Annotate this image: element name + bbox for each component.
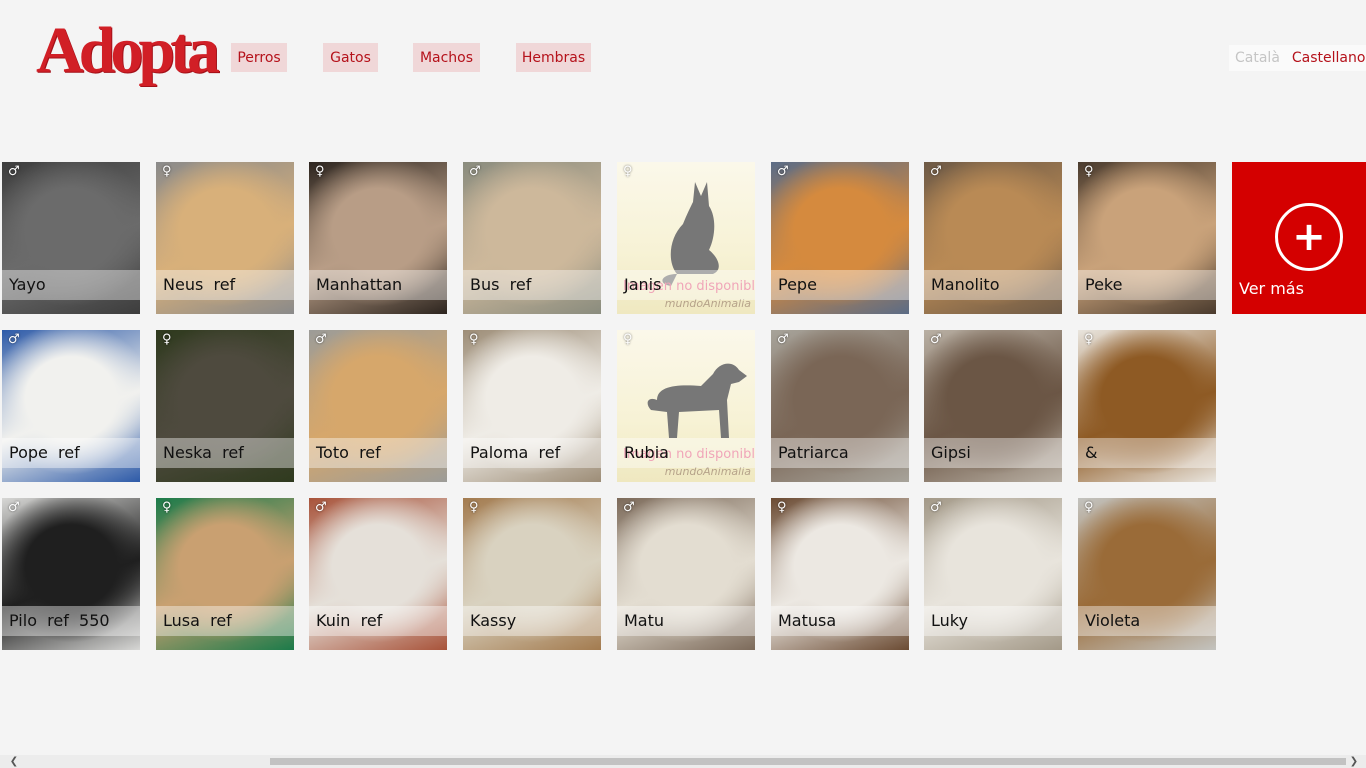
pet-name: Gipsi [924, 438, 1062, 468]
scrollbar-thumb[interactable] [270, 758, 1346, 765]
pet-tile[interactable]: ♂ Matu [617, 498, 755, 650]
pet-name: Peke [1078, 270, 1216, 300]
pet-name: Manolito [924, 270, 1062, 300]
male-icon: ♂ [623, 500, 635, 515]
pet-name: Matusa [771, 606, 909, 636]
nav-hembras-button[interactable]: Hembras [516, 43, 591, 72]
pet-tile[interactable]: ♂ Luky [924, 498, 1062, 650]
scroll-left-arrow-icon[interactable]: ❮ [4, 755, 24, 768]
female-icon: ♀ [1084, 500, 1094, 515]
language-switcher: Català Castellano [1229, 45, 1366, 71]
pet-tile[interactable]: ♀ Matusa [771, 498, 909, 650]
pet-tile[interactable]: ♀ Peke [1078, 162, 1216, 314]
language-castellano-link[interactable]: Castellano [1285, 45, 1366, 71]
pet-name: & [1078, 438, 1216, 468]
pet-name: Pope ref [2, 438, 140, 468]
nav-machos-button[interactable]: Machos [413, 43, 480, 72]
male-icon: ♂ [8, 500, 20, 515]
pet-tile[interactable]: ♀ Neus ref [156, 162, 294, 314]
pet-name: Manhattan [309, 270, 447, 300]
female-icon: ♀ [777, 500, 787, 515]
male-icon: ♂ [930, 164, 942, 179]
male-icon: ♂ [777, 164, 789, 179]
pet-name: Neska ref [156, 438, 294, 468]
pet-tile[interactable]: Imagen no disponible mundoAnimalia ♀ Janis [617, 162, 755, 314]
pet-name: Kuin ref [309, 606, 447, 636]
pet-name: Paloma ref [463, 438, 601, 468]
female-icon: ♀ [623, 332, 633, 347]
pet-name: Luky [924, 606, 1062, 636]
see-more-tile[interactable]: + Ver más [1232, 162, 1366, 314]
male-icon: ♂ [469, 164, 481, 179]
male-icon: ♂ [315, 500, 327, 515]
pet-name: Toto ref [309, 438, 447, 468]
pet-tile[interactable]: ♀ Lusa ref [156, 498, 294, 650]
pet-name: Pepe [771, 270, 909, 300]
pet-tile[interactable]: Imagen no disponible mundoAnimalia ♀ Rubia [617, 330, 755, 482]
female-icon: ♀ [623, 164, 633, 179]
female-icon: ♀ [162, 500, 172, 515]
see-more-label: Ver más [1239, 279, 1304, 298]
language-catala-link[interactable]: Català [1229, 45, 1286, 71]
pet-tile[interactable]: ♀ Violeta [1078, 498, 1216, 650]
male-icon: ♂ [930, 500, 942, 515]
pet-name: Lusa ref [156, 606, 294, 636]
female-icon: ♀ [162, 164, 172, 179]
horizontal-scrollbar[interactable]: ❮ ❯ [0, 755, 1366, 768]
scroll-right-arrow-icon[interactable]: ❯ [1344, 755, 1364, 768]
male-icon: ♂ [8, 332, 20, 347]
pet-name: Kassy [463, 606, 601, 636]
pet-tile[interactable]: ♀ Paloma ref [463, 330, 601, 482]
pet-tile[interactable]: ♀ Manhattan [309, 162, 447, 314]
app-logo: Adopta [36, 14, 220, 87]
pet-name: Neus ref [156, 270, 294, 300]
pet-name: Violeta [1078, 606, 1216, 636]
pet-tile[interactable]: ♂ Pope ref [2, 330, 140, 482]
pet-tile[interactable]: ♂ Gipsi [924, 330, 1062, 482]
pet-name: Matu [617, 606, 755, 636]
pet-tile[interactable]: ♂ Manolito [924, 162, 1062, 314]
nav-perros-button[interactable]: Perros [231, 43, 287, 72]
female-icon: ♀ [315, 164, 325, 179]
pet-tile[interactable]: ♂ Bus ref [463, 162, 601, 314]
male-icon: ♂ [930, 332, 942, 347]
nav-gatos-button[interactable]: Gatos [323, 43, 378, 72]
pet-tile[interactable]: ♂ Pepe [771, 162, 909, 314]
female-icon: ♀ [1084, 332, 1094, 347]
pet-tile[interactable]: ♀ Kassy [463, 498, 601, 650]
pet-name: Rubia [617, 438, 755, 468]
female-icon: ♀ [1084, 164, 1094, 179]
pet-tile[interactable]: ♀ & [1078, 330, 1216, 482]
pet-name: Janis [617, 270, 755, 300]
male-icon: ♂ [315, 332, 327, 347]
female-icon: ♀ [162, 332, 172, 347]
female-icon: ♀ [469, 500, 479, 515]
pet-name: Pilo ref 550 [2, 606, 140, 636]
male-icon: ♂ [777, 332, 789, 347]
pet-name: Patriarca [771, 438, 909, 468]
pet-tile[interactable]: ♂ Patriarca [771, 330, 909, 482]
male-icon: ♂ [8, 164, 20, 179]
pet-tile[interactable]: ♂ Pilo ref 550 [2, 498, 140, 650]
pet-tile[interactable]: ♂ Toto ref [309, 330, 447, 482]
pet-tile[interactable]: ♂ Kuin ref [309, 498, 447, 650]
female-icon: ♀ [469, 332, 479, 347]
pet-tile[interactable]: ♀ Neska ref [156, 330, 294, 482]
pet-name: Bus ref [463, 270, 601, 300]
plus-icon: + [1275, 203, 1343, 271]
pet-name: Yayo [2, 270, 140, 300]
pet-tile[interactable]: ♂ Yayo [2, 162, 140, 314]
